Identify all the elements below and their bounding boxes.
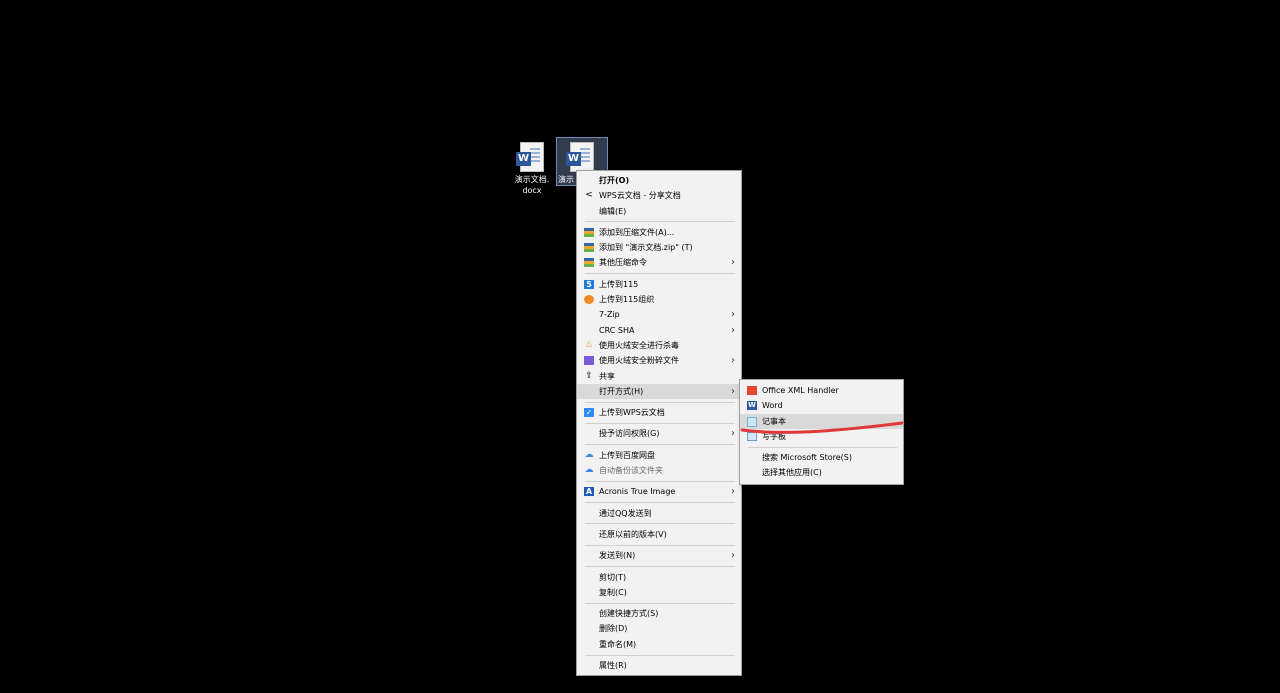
menu-item-delete[interactable]: 删除(D) (577, 621, 741, 636)
shredder-icon (584, 356, 594, 366)
menu-item-rename[interactable]: 重命名(M) (577, 637, 741, 652)
menu-item-auto-backup[interactable]: ☁ 自动备份该文件夹 (577, 463, 741, 478)
menu-item-open[interactable]: 打开(O) (577, 173, 741, 188)
menu-item-share[interactable]: ⇪ 共享 (577, 369, 741, 384)
desktop-file-label: 演示文档. (514, 175, 550, 184)
menu-separator (585, 444, 735, 446)
menu-separator (748, 446, 897, 448)
menu-item-open-with[interactable]: 打开方式(H) › (577, 383, 741, 400)
menu-separator (585, 422, 735, 424)
submenu-item-notepad[interactable]: 记事本 (740, 413, 903, 429)
menu-separator (585, 566, 735, 568)
chevron-right-icon: › (731, 486, 735, 498)
baidu-cloud-icon: ☁ (584, 465, 594, 476)
menu-item-restore-versions[interactable]: 还原以前的版本(V) (577, 527, 741, 542)
submenu-item-choose-app[interactable]: 选择其他应用(C) (740, 465, 903, 480)
menu-separator (585, 221, 735, 223)
menu-separator (585, 502, 735, 504)
menu-item-upload-wps[interactable]: ✓ 上传到WPS云文档 (577, 405, 741, 420)
acronis-icon: A (584, 487, 594, 497)
office-icon (747, 386, 757, 395)
menu-item-edit[interactable]: 编辑(E) (577, 204, 741, 219)
desktop-file-label-ext: docx (522, 186, 542, 195)
menu-item-upload-115[interactable]: 5 上传到115 (577, 277, 741, 292)
chevron-right-icon: › (731, 309, 735, 321)
open-with-submenu: Office XML Handler W Word 记事本 写字板 搜索 Micr… (739, 379, 904, 485)
context-menu: 打开(O) < WPS云文档 - 分享文档 编辑(E) 添加到压缩文件(A)...… (576, 170, 742, 677)
115-org-icon (584, 295, 594, 305)
word-zip-document-icon: W (566, 142, 594, 172)
menu-item-crc-sha[interactable]: CRC SHA › (577, 323, 741, 338)
menu-item-grant-access[interactable]: 授予访问权限(G) › (577, 426, 741, 441)
chevron-right-icon: › (731, 257, 735, 269)
menu-item-upload-baidu[interactable]: ☁ 上传到百度网盘 (577, 448, 741, 463)
menu-item-wps-share[interactable]: < WPS云文档 - 分享文档 (577, 188, 741, 203)
share-icon: < (585, 190, 593, 201)
menu-item-huorong-scan[interactable]: ♨ 使用火绒安全进行杀毒 (577, 338, 741, 353)
menu-item-upload-115-org[interactable]: 上传到115组织 (577, 292, 741, 307)
menu-item-send-to[interactable]: 发送到(N) › (577, 548, 741, 563)
menu-separator (585, 523, 735, 525)
menu-item-create-shortcut[interactable]: 创建快捷方式(S) (577, 606, 741, 621)
wps-cloud-icon: ✓ (584, 408, 594, 418)
menu-item-add-zip[interactable]: 添加到 "演示文档.zip" (T) (577, 240, 741, 255)
menu-separator (585, 654, 735, 656)
desktop-file-icon[interactable]: W 演示文档. docx (506, 138, 558, 196)
menu-item-add-archive[interactable]: 添加到压缩文件(A)... (577, 225, 741, 240)
chevron-right-icon: › (731, 428, 735, 440)
menu-item-acronis[interactable]: A Acronis True Image › (577, 484, 741, 499)
chevron-right-icon: › (731, 355, 735, 367)
flame-icon: ♨ (584, 339, 594, 350)
word-document-icon: W (516, 142, 544, 172)
word-icon: W (747, 401, 757, 411)
menu-item-copy[interactable]: 复制(C) (577, 585, 741, 600)
menu-item-7zip[interactable]: 7-Zip › (577, 307, 741, 322)
submenu-item-search-store[interactable]: 搜索 Microsoft Store(S) (740, 450, 903, 465)
menu-separator (585, 273, 735, 275)
share-out-icon: ⇪ (585, 370, 593, 381)
menu-separator (585, 544, 735, 546)
menu-item-cut[interactable]: 剪切(T) (577, 570, 741, 585)
menu-item-huorong-shred[interactable]: 使用火绒安全粉碎文件 › (577, 353, 741, 368)
menu-separator (585, 602, 735, 604)
baidu-cloud-icon: ☁ (584, 449, 594, 460)
submenu-item-word[interactable]: W Word (740, 398, 903, 413)
menu-separator (585, 401, 735, 403)
winrar-icon (584, 243, 594, 253)
chevron-right-icon: › (731, 550, 735, 562)
menu-item-other-compress[interactable]: 其他压缩命令 › (577, 255, 741, 270)
wordpad-icon (747, 431, 757, 441)
submenu-item-wordpad[interactable]: 写字板 (740, 429, 903, 444)
chevron-right-icon: › (731, 385, 735, 397)
winrar-icon (584, 258, 594, 268)
notepad-icon (747, 416, 757, 427)
menu-item-properties[interactable]: 属性(R) (577, 658, 741, 673)
115-icon: 5 (584, 279, 594, 289)
menu-separator (585, 480, 735, 482)
chevron-right-icon: › (731, 324, 735, 336)
submenu-item-office-xml[interactable]: Office XML Handler (740, 383, 903, 398)
winrar-icon (584, 227, 594, 237)
menu-item-send-qq[interactable]: 通过QQ发送到 (577, 506, 741, 521)
